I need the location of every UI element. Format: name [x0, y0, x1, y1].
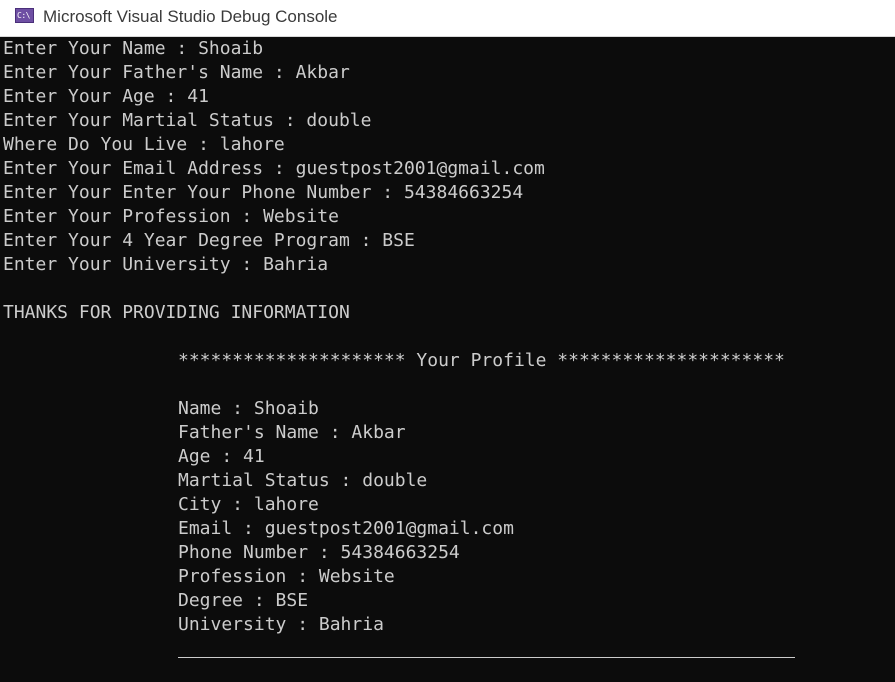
thanks-message: THANKS FOR PROVIDING INFORMATION [3, 302, 350, 323]
console-output[interactable]: Enter Your Name : Shoaib Enter Your Fath… [0, 37, 895, 682]
profile-line-email: Email : guestpost2001@gmail.com [178, 518, 514, 539]
profile-line-martial-status: Martial Status : double [178, 470, 428, 491]
profile-line-age: Age : 41 [178, 446, 265, 467]
input-line-martial-status: Enter Your Martial Status : double [3, 110, 372, 131]
input-line-degree: Enter Your 4 Year Degree Program : BSE [3, 230, 415, 251]
profile-header: ********************* Your Profile *****… [178, 350, 785, 371]
profile-line-name: Name : Shoaib [178, 398, 319, 419]
profile-line-university: University : Bahria [178, 614, 384, 635]
profile-line-phone: Phone Number : 54384663254 [178, 542, 460, 563]
input-line-name: Enter Your Name : Shoaib [3, 38, 264, 59]
profile-line-profession: Profession : Website [178, 566, 395, 587]
profile-line-city: City : lahore [178, 494, 319, 515]
input-line-email: Enter Your Email Address : guestpost2001… [3, 158, 545, 179]
input-line-profession: Enter Your Profession : Website [3, 206, 339, 227]
window-title: Microsoft Visual Studio Debug Console [43, 7, 338, 26]
profile-line-degree: Degree : BSE [178, 590, 309, 611]
profile-line-father-name: Father's Name : Akbar [178, 422, 406, 443]
input-line-city: Where Do You Live : lahore [3, 134, 285, 155]
profile-divider [178, 657, 795, 658]
input-line-father-name: Enter Your Father's Name : Akbar [3, 62, 350, 83]
title-bar[interactable]: C:\ Microsoft Visual Studio Debug Consol… [0, 0, 895, 37]
input-line-age: Enter Your Age : 41 [3, 86, 209, 107]
input-line-phone: Enter Your Enter Your Phone Number : 543… [3, 182, 524, 203]
console-app-icon: C:\ [15, 8, 34, 23]
console-app-icon-text: C:\ [17, 11, 30, 20]
input-line-university: Enter Your University : Bahria [3, 254, 329, 275]
